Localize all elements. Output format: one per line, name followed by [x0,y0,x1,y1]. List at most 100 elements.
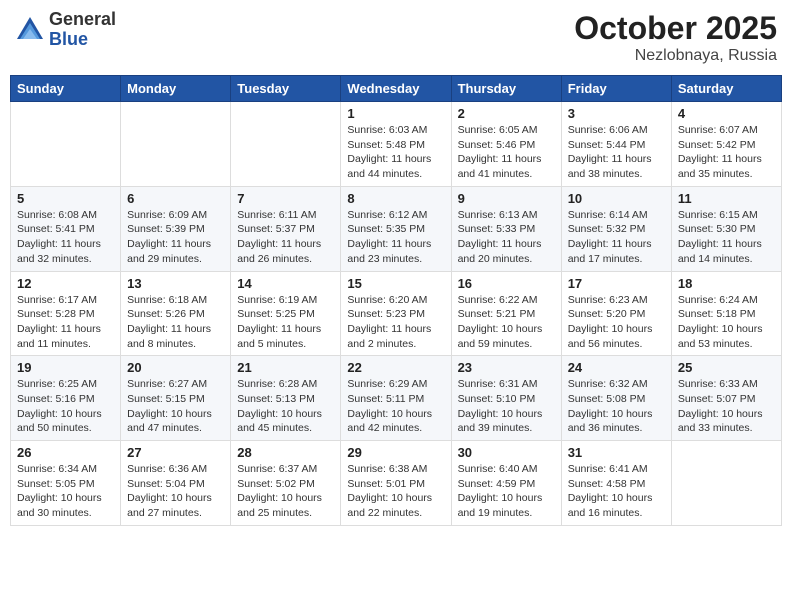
day-number: 6 [127,191,224,206]
weekday-header-thursday: Thursday [451,76,561,102]
calendar-cell: 30 Sunrise: 6:40 AM Sunset: 4:59 PM Dayli… [451,441,561,526]
calendar-cell: 19 Sunrise: 6:25 AM Sunset: 5:16 PM Dayli… [11,356,121,441]
day-info: Sunrise: 6:36 AM Sunset: 5:04 PM Dayligh… [127,462,224,521]
day-number: 22 [347,360,444,375]
month-year-title: October 2025 [574,10,777,47]
day-number: 2 [458,106,555,121]
day-info: Sunrise: 6:32 AM Sunset: 5:08 PM Dayligh… [568,377,665,436]
calendar-week-row: 12Sunrise: 6:17 AM Sunset: 5:28 PM Dayli… [11,271,782,356]
calendar-cell: 29Sunrise: 6:38 AM Sunset: 5:01 PM Dayli… [341,441,451,526]
calendar-cell: 26 Sunrise: 6:34 AM Sunset: 5:05 PM Dayli… [11,441,121,526]
day-info: Sunrise: 6:28 AM Sunset: 5:13 PM Dayligh… [237,377,334,436]
calendar-header-row: SundayMondayTuesdayWednesdayThursdayFrid… [11,76,782,102]
day-number: 21 [237,360,334,375]
calendar-cell: 11 Sunrise: 6:15 AM Sunset: 5:30 PM Dayli… [671,186,781,271]
calendar-cell: 31 Sunrise: 6:41 AM Sunset: 4:58 PM Dayli… [561,441,671,526]
day-info: Sunrise: 6:17 AM Sunset: 5:28 PM Dayligh… [17,293,114,352]
weekday-header-sunday: Sunday [11,76,121,102]
day-info: Sunrise: 6:25 AM Sunset: 5:16 PM Dayligh… [17,377,114,436]
calendar-week-row: 5 Sunrise: 6:08 AM Sunset: 5:41 PM Daylig… [11,186,782,271]
day-number: 24 [568,360,665,375]
day-number: 16 [458,276,555,291]
weekday-header-saturday: Saturday [671,76,781,102]
weekday-header-wednesday: Wednesday [341,76,451,102]
day-number: 26 [17,445,114,460]
logo-text: General Blue [49,10,116,50]
day-number: 31 [568,445,665,460]
calendar-cell: 27 Sunrise: 6:36 AM Sunset: 5:04 PM Dayli… [121,441,231,526]
calendar-week-row: 19 Sunrise: 6:25 AM Sunset: 5:16 PM Dayli… [11,356,782,441]
day-info: Sunrise: 6:03 AM Sunset: 5:48 PM Dayligh… [347,123,444,182]
day-number: 1 [347,106,444,121]
calendar-cell [671,441,781,526]
day-info: Sunrise: 6:34 AM Sunset: 5:05 PM Dayligh… [17,462,114,521]
calendar-cell: 17 Sunrise: 6:23 AM Sunset: 5:20 PM Dayli… [561,271,671,356]
calendar-cell: 5 Sunrise: 6:08 AM Sunset: 5:41 PM Daylig… [11,186,121,271]
calendar-cell: 21 Sunrise: 6:28 AM Sunset: 5:13 PM Dayli… [231,356,341,441]
day-number: 25 [678,360,775,375]
day-info: Sunrise: 6:11 AM Sunset: 5:37 PM Dayligh… [237,208,334,267]
day-info: Sunrise: 6:29 AM Sunset: 5:11 PM Dayligh… [347,377,444,436]
calendar-cell [11,102,121,187]
calendar-cell: 18Sunrise: 6:24 AM Sunset: 5:18 PM Dayli… [671,271,781,356]
day-number: 28 [237,445,334,460]
day-info: Sunrise: 6:33 AM Sunset: 5:07 PM Dayligh… [678,377,775,436]
calendar-cell: 14Sunrise: 6:19 AM Sunset: 5:25 PM Dayli… [231,271,341,356]
title-section: October 2025 Nezlobnaya, Russia [574,10,777,65]
day-number: 7 [237,191,334,206]
day-info: Sunrise: 6:08 AM Sunset: 5:41 PM Dayligh… [17,208,114,267]
calendar-cell: 23Sunrise: 6:31 AM Sunset: 5:10 PM Dayli… [451,356,561,441]
day-info: Sunrise: 6:05 AM Sunset: 5:46 PM Dayligh… [458,123,555,182]
calendar-table: SundayMondayTuesdayWednesdayThursdayFrid… [10,75,782,526]
day-number: 8 [347,191,444,206]
day-number: 5 [17,191,114,206]
calendar-cell: 6Sunrise: 6:09 AM Sunset: 5:39 PM Daylig… [121,186,231,271]
logo: General Blue [15,10,116,50]
day-number: 23 [458,360,555,375]
day-number: 3 [568,106,665,121]
calendar-cell: 16Sunrise: 6:22 AM Sunset: 5:21 PM Dayli… [451,271,561,356]
day-info: Sunrise: 6:06 AM Sunset: 5:44 PM Dayligh… [568,123,665,182]
calendar-cell: 4Sunrise: 6:07 AM Sunset: 5:42 PM Daylig… [671,102,781,187]
location-subtitle: Nezlobnaya, Russia [574,47,777,65]
calendar-cell: 28 Sunrise: 6:37 AM Sunset: 5:02 PM Dayli… [231,441,341,526]
day-number: 17 [568,276,665,291]
day-number: 30 [458,445,555,460]
weekday-header-tuesday: Tuesday [231,76,341,102]
calendar-week-row: 26 Sunrise: 6:34 AM Sunset: 5:05 PM Dayli… [11,441,782,526]
calendar-cell: 1 Sunrise: 6:03 AM Sunset: 5:48 PM Daylig… [341,102,451,187]
day-info: Sunrise: 6:18 AM Sunset: 5:26 PM Dayligh… [127,293,224,352]
calendar-cell: 20Sunrise: 6:27 AM Sunset: 5:15 PM Dayli… [121,356,231,441]
day-info: Sunrise: 6:37 AM Sunset: 5:02 PM Dayligh… [237,462,334,521]
day-info: Sunrise: 6:15 AM Sunset: 5:30 PM Dayligh… [678,208,775,267]
calendar-cell: 9 Sunrise: 6:13 AM Sunset: 5:33 PM Daylig… [451,186,561,271]
day-info: Sunrise: 6:20 AM Sunset: 5:23 PM Dayligh… [347,293,444,352]
day-number: 14 [237,276,334,291]
day-info: Sunrise: 6:27 AM Sunset: 5:15 PM Dayligh… [127,377,224,436]
calendar-cell [121,102,231,187]
day-number: 27 [127,445,224,460]
day-info: Sunrise: 6:12 AM Sunset: 5:35 PM Dayligh… [347,208,444,267]
calendar-cell [231,102,341,187]
day-number: 9 [458,191,555,206]
day-info: Sunrise: 6:13 AM Sunset: 5:33 PM Dayligh… [458,208,555,267]
page-header: General Blue October 2025 Nezlobnaya, Ru… [10,10,782,65]
calendar-cell: 25 Sunrise: 6:33 AM Sunset: 5:07 PM Dayli… [671,356,781,441]
calendar-cell: 7 Sunrise: 6:11 AM Sunset: 5:37 PM Daylig… [231,186,341,271]
calendar-cell: 13 Sunrise: 6:18 AM Sunset: 5:26 PM Dayli… [121,271,231,356]
calendar-cell: 2 Sunrise: 6:05 AM Sunset: 5:46 PM Daylig… [451,102,561,187]
day-number: 19 [17,360,114,375]
calendar-cell: 10Sunrise: 6:14 AM Sunset: 5:32 PM Dayli… [561,186,671,271]
day-info: Sunrise: 6:40 AM Sunset: 4:59 PM Dayligh… [458,462,555,521]
day-info: Sunrise: 6:23 AM Sunset: 5:20 PM Dayligh… [568,293,665,352]
weekday-header-friday: Friday [561,76,671,102]
day-info: Sunrise: 6:07 AM Sunset: 5:42 PM Dayligh… [678,123,775,182]
day-number: 29 [347,445,444,460]
day-info: Sunrise: 6:41 AM Sunset: 4:58 PM Dayligh… [568,462,665,521]
day-number: 10 [568,191,665,206]
calendar-cell: 8 Sunrise: 6:12 AM Sunset: 5:35 PM Daylig… [341,186,451,271]
day-number: 18 [678,276,775,291]
calendar-cell: 24 Sunrise: 6:32 AM Sunset: 5:08 PM Dayli… [561,356,671,441]
day-number: 11 [678,191,775,206]
day-number: 13 [127,276,224,291]
